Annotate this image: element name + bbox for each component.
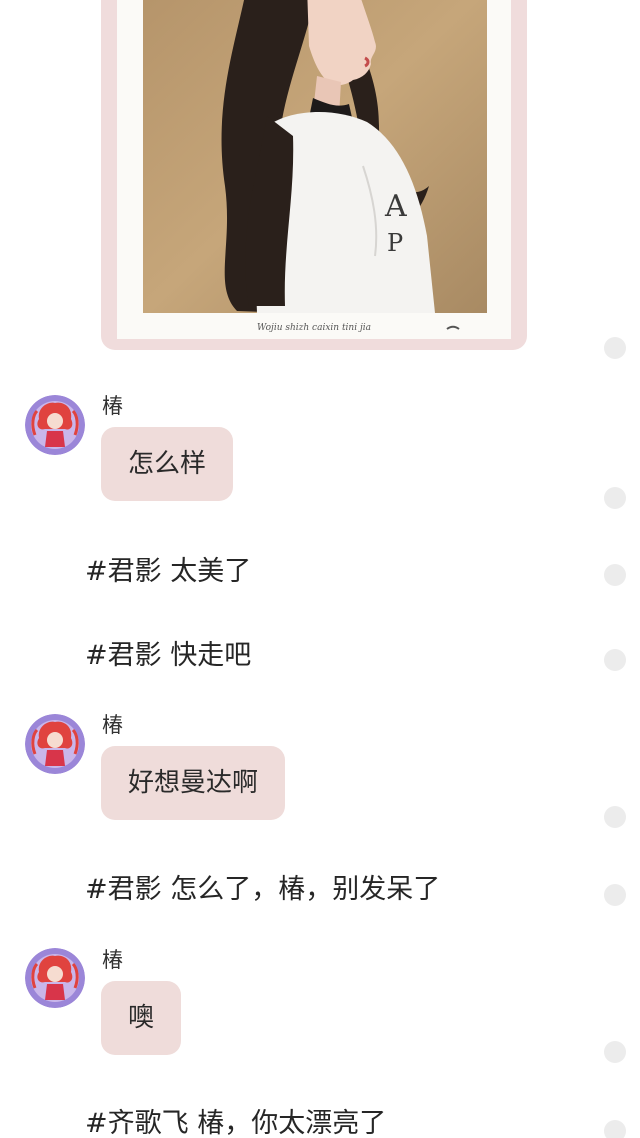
message-select-dot[interactable]: [604, 1120, 626, 1138]
chat-bubble[interactable]: 好想曼达啊: [101, 746, 286, 820]
narration-line[interactable]: #君影 怎么了，椿，别发呆了: [85, 867, 440, 906]
svg-text:P: P: [387, 229, 403, 257]
photo-frame: A P Wojiu shizh caixin tini jia: [117, 0, 511, 339]
photo-caption: Wojiu shizh caixin tini jia: [256, 323, 372, 333]
avatar[interactable]: [25, 714, 85, 774]
message-select-dot[interactable]: [604, 884, 626, 906]
sender-name: 椿: [102, 948, 123, 972]
message-select-dot[interactable]: [604, 564, 626, 586]
narration-line[interactable]: #君影 太美了: [85, 549, 251, 588]
anime-character-avatar-icon: [25, 948, 85, 1008]
photo-message[interactable]: A P Wojiu shizh caixin tini jia: [101, 0, 527, 350]
message-select-dot[interactable]: [604, 487, 626, 509]
message-select-dot[interactable]: [604, 337, 626, 359]
sender-name: 椿: [102, 713, 123, 737]
message-select-dot[interactable]: [604, 649, 626, 671]
message-select-dot[interactable]: [604, 806, 626, 828]
anime-character-avatar-icon: [25, 714, 85, 774]
sender-name: 椿: [102, 394, 123, 418]
chat-bubble[interactable]: 噢: [101, 981, 182, 1055]
chat-screen: A P Wojiu shizh caixin tini jia 椿 怎么样 #君…: [0, 0, 640, 1138]
chat-bubble[interactable]: 怎么样: [101, 427, 234, 501]
avatar[interactable]: [25, 395, 85, 455]
svg-text:A: A: [384, 189, 407, 224]
anime-character-avatar-icon: [25, 395, 85, 455]
portrait-photo: A P: [143, 0, 487, 339]
narration-line[interactable]: #君影 快走吧: [85, 633, 251, 672]
message-select-dot[interactable]: [604, 1041, 626, 1063]
avatar[interactable]: [25, 948, 85, 1008]
narration-line[interactable]: #齐歌飞 椿，你太漂亮了: [85, 1101, 386, 1138]
